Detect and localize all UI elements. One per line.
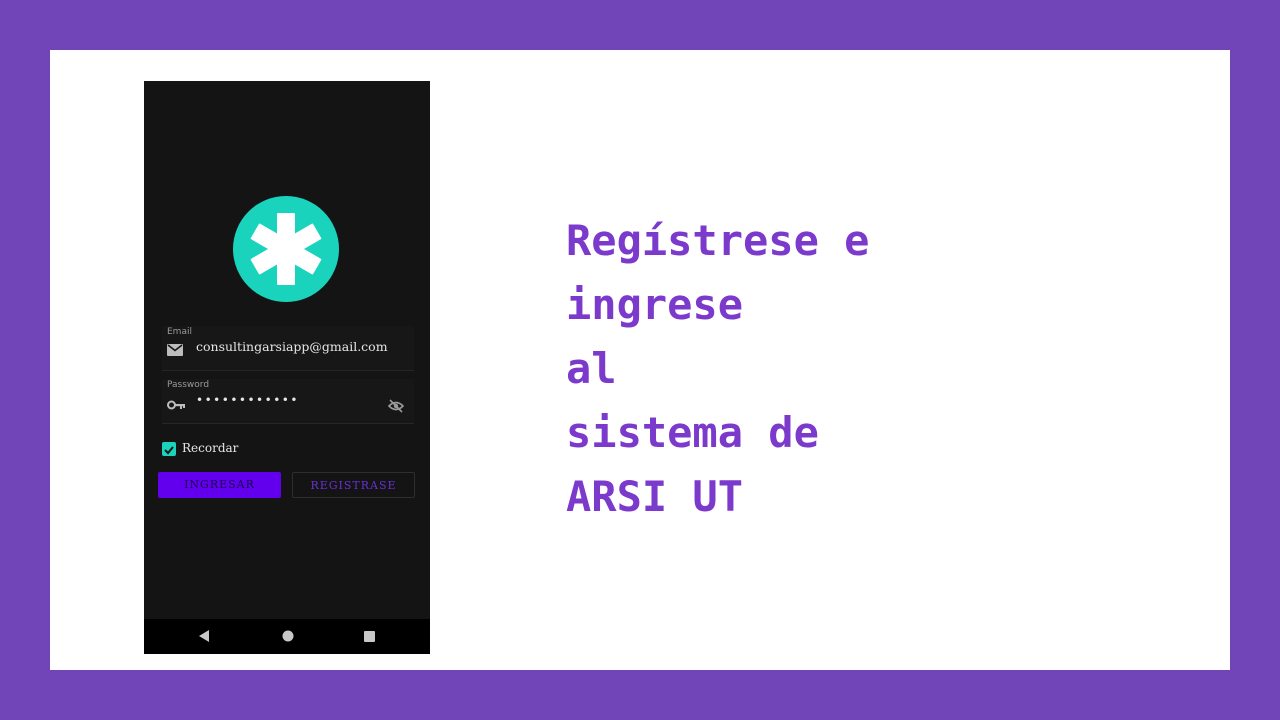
headline-line: al bbox=[566, 344, 617, 393]
password-field[interactable]: Password •••••••••••• bbox=[162, 379, 414, 424]
email-label: Email bbox=[167, 327, 192, 337]
password-input[interactable]: •••••••••••• bbox=[196, 393, 299, 407]
back-triangle-icon[interactable] bbox=[198, 629, 210, 643]
register-button[interactable]: REGISTRASE bbox=[292, 472, 415, 498]
recents-square-icon[interactable] bbox=[363, 629, 376, 643]
email-input[interactable]: consultingarsiapp@gmail.com bbox=[196, 339, 388, 354]
remember-label: Recordar bbox=[182, 441, 239, 455]
mail-icon bbox=[167, 341, 183, 360]
headline-line: sistema de bbox=[566, 408, 819, 457]
headline-line: Regístrese e bbox=[566, 216, 870, 265]
headline-line: ingrese bbox=[566, 280, 744, 329]
headline-text: Regístrese e ingrese al sistema de ARSI … bbox=[566, 209, 869, 529]
eye-off-icon[interactable] bbox=[387, 398, 405, 417]
headline-line: ARSI UT bbox=[566, 472, 744, 521]
remember-checkbox[interactable] bbox=[162, 442, 176, 456]
app-logo bbox=[233, 196, 339, 302]
phone-screenshot: Email consultingarsiapp@gmail.com Passwo… bbox=[144, 81, 430, 654]
android-nav-bar bbox=[144, 619, 430, 654]
password-label: Password bbox=[167, 380, 210, 390]
login-button[interactable]: INGRESAR bbox=[158, 472, 281, 498]
home-circle-icon[interactable] bbox=[281, 629, 295, 643]
asterisk-medical-icon bbox=[250, 213, 322, 285]
check-icon bbox=[164, 446, 174, 455]
key-icon bbox=[167, 395, 185, 414]
email-field[interactable]: Email consultingarsiapp@gmail.com bbox=[162, 326, 414, 371]
